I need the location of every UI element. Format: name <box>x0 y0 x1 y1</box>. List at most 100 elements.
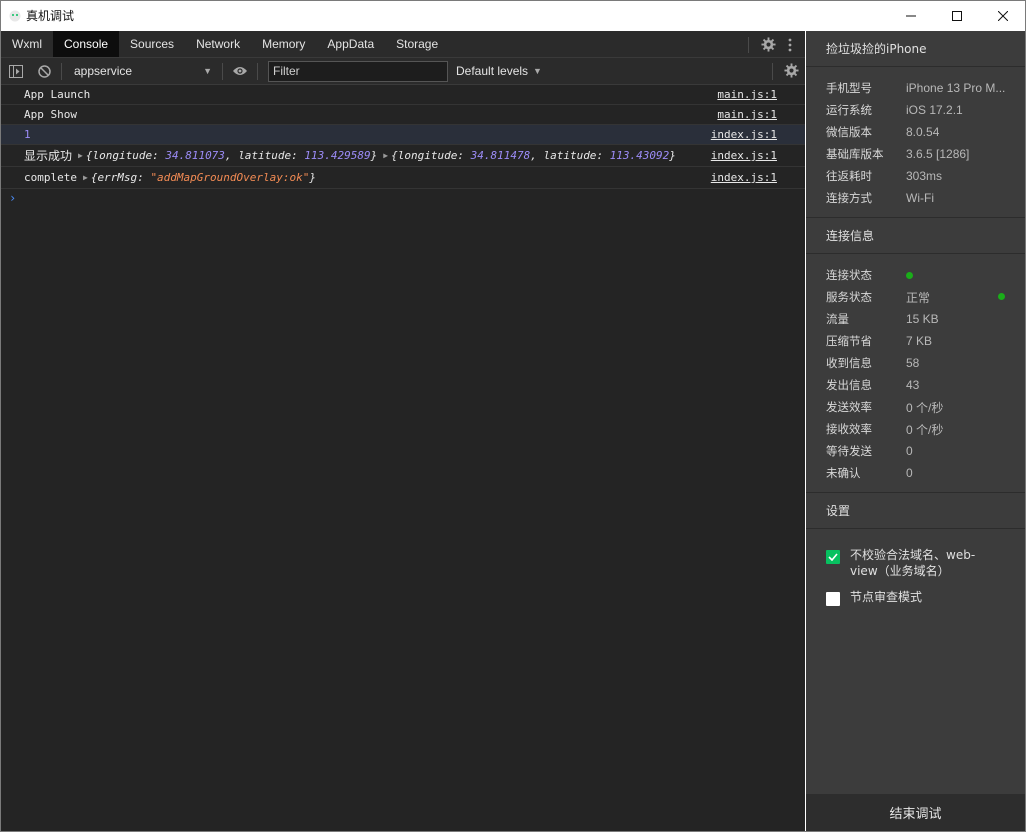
tab-memory[interactable]: Memory <box>251 31 316 57</box>
info-key: 服务状态 <box>826 290 872 304</box>
more-vertical-icon <box>788 38 792 51</box>
info-value: 0 个/秒 <box>906 422 944 437</box>
log-levels-dropdown[interactable]: Default levels ▼ <box>456 64 542 78</box>
info-row-unacked: 未确认 0 <box>806 462 1025 484</box>
devtools-tab-bar: Wxml Console Sources Network Memory AppD… <box>1 31 805 58</box>
context-select[interactable]: appservice ▼ <box>68 61 216 81</box>
console-output[interactable]: App Launch main.js:1 App Show main.js:1 … <box>1 85 805 207</box>
info-value: 3.6.5 [1286] <box>906 147 970 161</box>
info-row-service-status: 服务状态 正常 <box>806 286 1025 308</box>
gear-icon <box>760 37 776 52</box>
tab-storage[interactable]: Storage <box>385 31 449 57</box>
settings-list: 不校验合法域名、web-view（业务域名） 节点审查模式 <box>806 529 1025 606</box>
console-prompt[interactable]: › <box>1 189 805 207</box>
info-value: 0 <box>906 444 913 458</box>
info-key: 等待发送 <box>826 444 872 458</box>
clear-console-button[interactable] <box>33 60 55 82</box>
info-value: 303ms <box>906 169 943 183</box>
info-value: 7 KB <box>906 334 933 348</box>
clear-icon <box>37 64 51 78</box>
info-row-os: 运行系统 iOS 17.2.1 <box>806 99 1025 121</box>
info-key: 接收效率 <box>826 422 872 436</box>
settings-button[interactable] <box>757 34 779 56</box>
log-levels-label: Default levels <box>456 64 529 78</box>
info-key: 发送效率 <box>826 400 872 414</box>
divider <box>222 62 223 80</box>
info-value: 43 <box>906 378 920 392</box>
close-button[interactable] <box>980 0 1026 31</box>
checkbox-unchecked[interactable] <box>826 592 840 606</box>
minimize-button[interactable] <box>888 0 934 31</box>
checkbox-checked[interactable] <box>826 550 840 564</box>
console-settings-button[interactable] <box>772 60 799 81</box>
maximize-button[interactable] <box>934 0 980 31</box>
log-label: 显示成功 <box>24 149 73 163</box>
prompt-chevron-icon: › <box>9 191 17 205</box>
object-preview[interactable]: {longitude: 34.811478, latitude: 113.430… <box>391 149 676 162</box>
sidebar-toggle-icon <box>9 64 23 78</box>
filter-input[interactable] <box>268 60 448 82</box>
info-key: 手机型号 <box>826 81 872 95</box>
log-message: App Launch <box>24 88 91 101</box>
setting-label: 不校验合法域名、web-view（业务域名） <box>850 548 976 578</box>
minimize-icon <box>906 15 916 16</box>
divider <box>772 63 773 80</box>
divider <box>61 62 62 80</box>
live-expression-button[interactable] <box>229 60 251 82</box>
source-link[interactable]: main.js:1 <box>717 108 777 121</box>
log-message: 1 <box>24 128 31 141</box>
object-preview[interactable]: {errMsg: "addMapGroundOverlay:ok"} <box>91 171 316 184</box>
tab-wxml[interactable]: Wxml <box>1 31 53 57</box>
gear-icon <box>784 63 799 78</box>
info-key: 基础库版本 <box>826 147 884 161</box>
title-bar: 真机调试 <box>0 0 1026 31</box>
status-dot-icon <box>998 293 1005 300</box>
info-value: 0 个/秒 <box>906 400 944 415</box>
wechat-devtools-icon <box>9 10 21 22</box>
log-row: App Launch main.js:1 <box>1 85 805 105</box>
devtools-pane: Wxml Console Sources Network Memory AppD… <box>1 31 805 831</box>
info-key: 微信版本 <box>826 125 872 139</box>
info-key: 连接状态 <box>826 268 872 282</box>
source-link[interactable]: index.js:1 <box>711 171 777 184</box>
info-key: 往返耗时 <box>826 169 872 183</box>
tab-sources[interactable]: Sources <box>119 31 185 57</box>
info-row-receive-rate: 接收效率 0 个/秒 <box>806 418 1025 440</box>
setting-node-inspect[interactable]: 节点审查模式 <box>806 589 1025 606</box>
expand-triangle-icon[interactable]: ▶ <box>83 173 88 182</box>
source-link[interactable]: index.js:1 <box>711 149 777 162</box>
log-label: complete <box>24 171 77 184</box>
tab-network[interactable]: Network <box>185 31 251 57</box>
divider <box>748 36 749 53</box>
object-preview[interactable]: {longitude: 34.811073, latitude: 113.429… <box>86 149 377 162</box>
info-key: 未确认 <box>826 466 861 480</box>
setting-label: 节点审查模式 <box>850 590 923 604</box>
divider <box>257 62 258 80</box>
more-menu-button[interactable] <box>779 34 801 56</box>
info-row-pending: 等待发送 0 <box>806 440 1025 462</box>
window-title: 真机调试 <box>26 9 75 23</box>
info-key: 收到信息 <box>826 356 872 370</box>
source-link[interactable]: main.js:1 <box>717 88 777 101</box>
section-title-connection: 连接信息 <box>826 229 875 243</box>
info-row-rtt: 往返耗时 303ms <box>806 165 1025 187</box>
tab-console[interactable]: Console <box>53 31 120 57</box>
log-row: 显示成功 ▶ {longitude: 34.811073, latitude: … <box>1 145 805 167</box>
info-row-model: 手机型号 iPhone 13 Pro M... <box>806 77 1025 99</box>
expand-triangle-icon[interactable]: ▶ <box>383 151 388 160</box>
expand-triangle-icon[interactable]: ▶ <box>78 151 83 160</box>
info-key: 运行系统 <box>826 103 872 117</box>
info-value: 0 <box>906 466 913 480</box>
eye-icon <box>233 67 247 75</box>
info-value: 正常 <box>906 290 931 305</box>
context-value: appservice <box>74 64 133 78</box>
setting-skip-domain-check[interactable]: 不校验合法域名、web-view（业务域名） <box>806 547 1025 579</box>
close-icon <box>998 10 1008 21</box>
tab-appdata[interactable]: AppData <box>316 31 385 57</box>
info-row-lib-version: 基础库版本 3.6.5 [1286] <box>806 143 1025 165</box>
toggle-sidebar-button[interactable] <box>5 60 27 82</box>
status-dot-icon <box>906 271 913 279</box>
source-link[interactable]: index.js:1 <box>711 128 777 141</box>
info-key: 流量 <box>826 312 849 326</box>
end-debug-button[interactable]: 结束调试 <box>806 794 1025 831</box>
